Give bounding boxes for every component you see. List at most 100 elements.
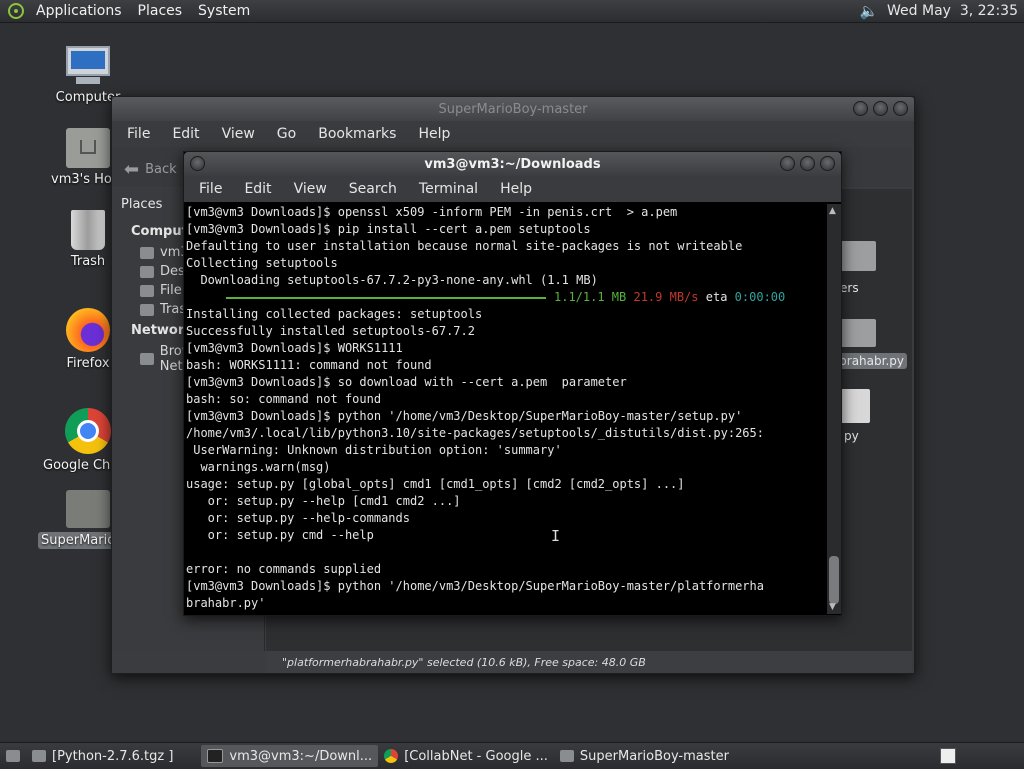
status-bar: "platformerhabrahabr.py" selected (10.6 … [266, 651, 912, 673]
menu-file[interactable]: File [188, 181, 233, 197]
top-panel: Applications Places System 🔈 Wed May 3, … [0, 0, 1024, 23]
terminal-scrollbar[interactable]: ▲ ▼ [827, 204, 841, 614]
file-label[interactable]: py [844, 429, 859, 443]
maximize-button[interactable] [800, 156, 815, 171]
terminal-icon [207, 749, 224, 763]
home-icon [140, 246, 154, 259]
minimize-button[interactable] [780, 156, 795, 171]
minimize-button[interactable] [853, 101, 868, 116]
terminal-line: or: setup.py --help-commands [186, 511, 410, 525]
taskbar-item-python-tgz[interactable]: [Python-2.7.6.tgz ] [26, 745, 179, 767]
trash-icon [140, 303, 154, 316]
menu-search[interactable]: Search [338, 181, 408, 197]
terminal-line: [vm3@vm3 Downloads]$ python '/home/vm3/D… [186, 409, 743, 423]
workspace-switcher-icon[interactable] [940, 748, 956, 764]
back-arrow-icon: ⬅ [124, 159, 140, 180]
show-desktop-button[interactable] [0, 745, 26, 767]
scroll-up-icon[interactable]: ▲ [829, 206, 836, 216]
terminal-line: [vm3@vm3 Downloads]$ so download with --… [186, 375, 627, 389]
file-label-selected[interactable]: platformerhabrahabr.py [833, 353, 907, 369]
trash-icon [71, 210, 105, 250]
menu-edit[interactable]: Edit [233, 181, 282, 197]
terminal-line: [vm3@vm3 Downloads]$ pip install --cert … [186, 222, 591, 236]
progress-bar [226, 296, 546, 299]
menu-view[interactable]: View [283, 181, 338, 197]
menu-view[interactable]: View [211, 126, 266, 142]
archive-icon [32, 750, 46, 762]
terminal-line: Collecting setuptools [186, 256, 338, 270]
taskbar-item-label: vm3@vm3:~/Downl... [229, 748, 373, 764]
menu-system[interactable]: System [190, 3, 258, 19]
terminal-titlebar[interactable]: vm3@vm3:~/Downloads [184, 152, 841, 176]
terminal-line: bash: WORKS1111: command not found [186, 358, 432, 372]
back-button[interactable]: ⬅ Back [124, 159, 177, 180]
taskbar-item-label: SuperMarioBoy-master [579, 748, 729, 764]
file-manager-menubar: File Edit View Go Bookmarks Help [112, 121, 914, 147]
menu-places[interactable]: Places [130, 3, 191, 19]
show-desktop-icon [6, 750, 20, 762]
terminal-line: Downloading setuptools-67.7.2-py3-none-a… [186, 273, 598, 287]
folder-icon [66, 490, 110, 528]
taskbar-item-chrome[interactable]: [CollabNet - Google ... [378, 745, 554, 767]
terminal-line: [vm3@vm3 Downloads]$ python '/home/vm3/D… [186, 579, 764, 593]
menu-bookmarks[interactable]: Bookmarks [307, 126, 407, 142]
text-cursor-icon: I [551, 527, 561, 545]
progress-eta-label: eta [705, 290, 728, 304]
terminal-line: brahabr.py' [186, 596, 266, 610]
scroll-down-icon[interactable]: ▼ [829, 602, 836, 612]
progress-size: 1.1/1.1 MB [554, 290, 627, 304]
terminal-menubar: File Edit View Search Terminal Help [184, 176, 841, 202]
menu-edit[interactable]: Edit [161, 126, 210, 142]
maximize-button[interactable] [873, 101, 888, 116]
menu-help[interactable]: Help [489, 181, 543, 197]
chrome-icon [384, 749, 399, 763]
menu-applications[interactable]: Applications [28, 3, 130, 19]
volume-icon[interactable]: 🔈 [859, 3, 879, 19]
distro-logo-icon[interactable] [8, 3, 24, 19]
terminal-line: error: no commands supplied [186, 562, 382, 576]
close-button[interactable] [893, 101, 908, 116]
taskbar-item-label: [Python-2.7.6.tgz ] [52, 748, 174, 764]
menu-go[interactable]: Go [266, 126, 307, 142]
monitor-icon [64, 46, 112, 86]
window-menu-button[interactable] [190, 156, 205, 171]
terminal-line: bash: so: command not found [186, 392, 382, 406]
progress-eta: 0:00:00 [734, 290, 786, 304]
terminal-line: Installing collected packages: setuptool… [186, 307, 483, 321]
taskbar-item-file-manager[interactable]: SuperMarioBoy-master [554, 745, 735, 767]
menu-help[interactable]: Help [407, 126, 461, 142]
file-icon[interactable] [840, 319, 876, 347]
menu-terminal[interactable]: Terminal [408, 181, 489, 197]
scrollbar-thumb[interactable] [829, 556, 839, 604]
file-manager-titlebar[interactable]: SuperMarioBoy-master [112, 97, 914, 121]
terminal-line: [vm3@vm3 Downloads]$ openssl x509 -infor… [186, 205, 678, 219]
taskbar-item-terminal[interactable]: vm3@vm3:~/Downl... [201, 745, 379, 767]
terminal-line: usage: setup.py [global_opts] cmd1 [cmd1… [186, 477, 685, 491]
chrome-icon [65, 408, 111, 454]
clock[interactable]: Wed May 3, 22:35 [887, 3, 1018, 19]
close-button[interactable] [820, 156, 835, 171]
window-title: vm3@vm3:~/Downloads [424, 156, 601, 172]
terminal-line: /home/vm3/.local/lib/python3.10/site-pac… [186, 426, 764, 440]
terminal-line: or: setup.py cmd --help [186, 528, 374, 542]
terminal-line: warnings.warn(msg) [186, 460, 331, 474]
window-title: SuperMarioBoy-master [438, 101, 588, 117]
file-label[interactable]: ers [840, 281, 859, 295]
terminal-line: Defaulting to user installation because … [186, 239, 743, 253]
terminal-line: or: setup.py --help [cmd1 cmd2 ...] [186, 494, 461, 508]
terminal-line: UserWarning: Unknown distribution option… [186, 443, 562, 457]
back-label: Back [145, 162, 177, 177]
home-folder-icon [66, 128, 110, 168]
file-icon[interactable] [840, 389, 870, 423]
menu-file[interactable]: File [116, 126, 161, 142]
network-icon [140, 353, 154, 365]
desktop-icon [140, 265, 154, 278]
terminal-output[interactable]: [vm3@vm3 Downloads]$ openssl x509 -infor… [184, 204, 826, 614]
file-icon[interactable] [840, 241, 876, 271]
terminal-line: [vm3@vm3 Downloads]$ WORKS1111 [186, 341, 403, 355]
folder-icon [559, 750, 574, 762]
terminal-window[interactable]: vm3@vm3:~/Downloads File Edit View Searc… [183, 151, 842, 616]
firefox-icon [66, 308, 110, 352]
taskbar: [Python-2.7.6.tgz ] vm3@vm3:~/Downl... [… [0, 742, 1024, 769]
